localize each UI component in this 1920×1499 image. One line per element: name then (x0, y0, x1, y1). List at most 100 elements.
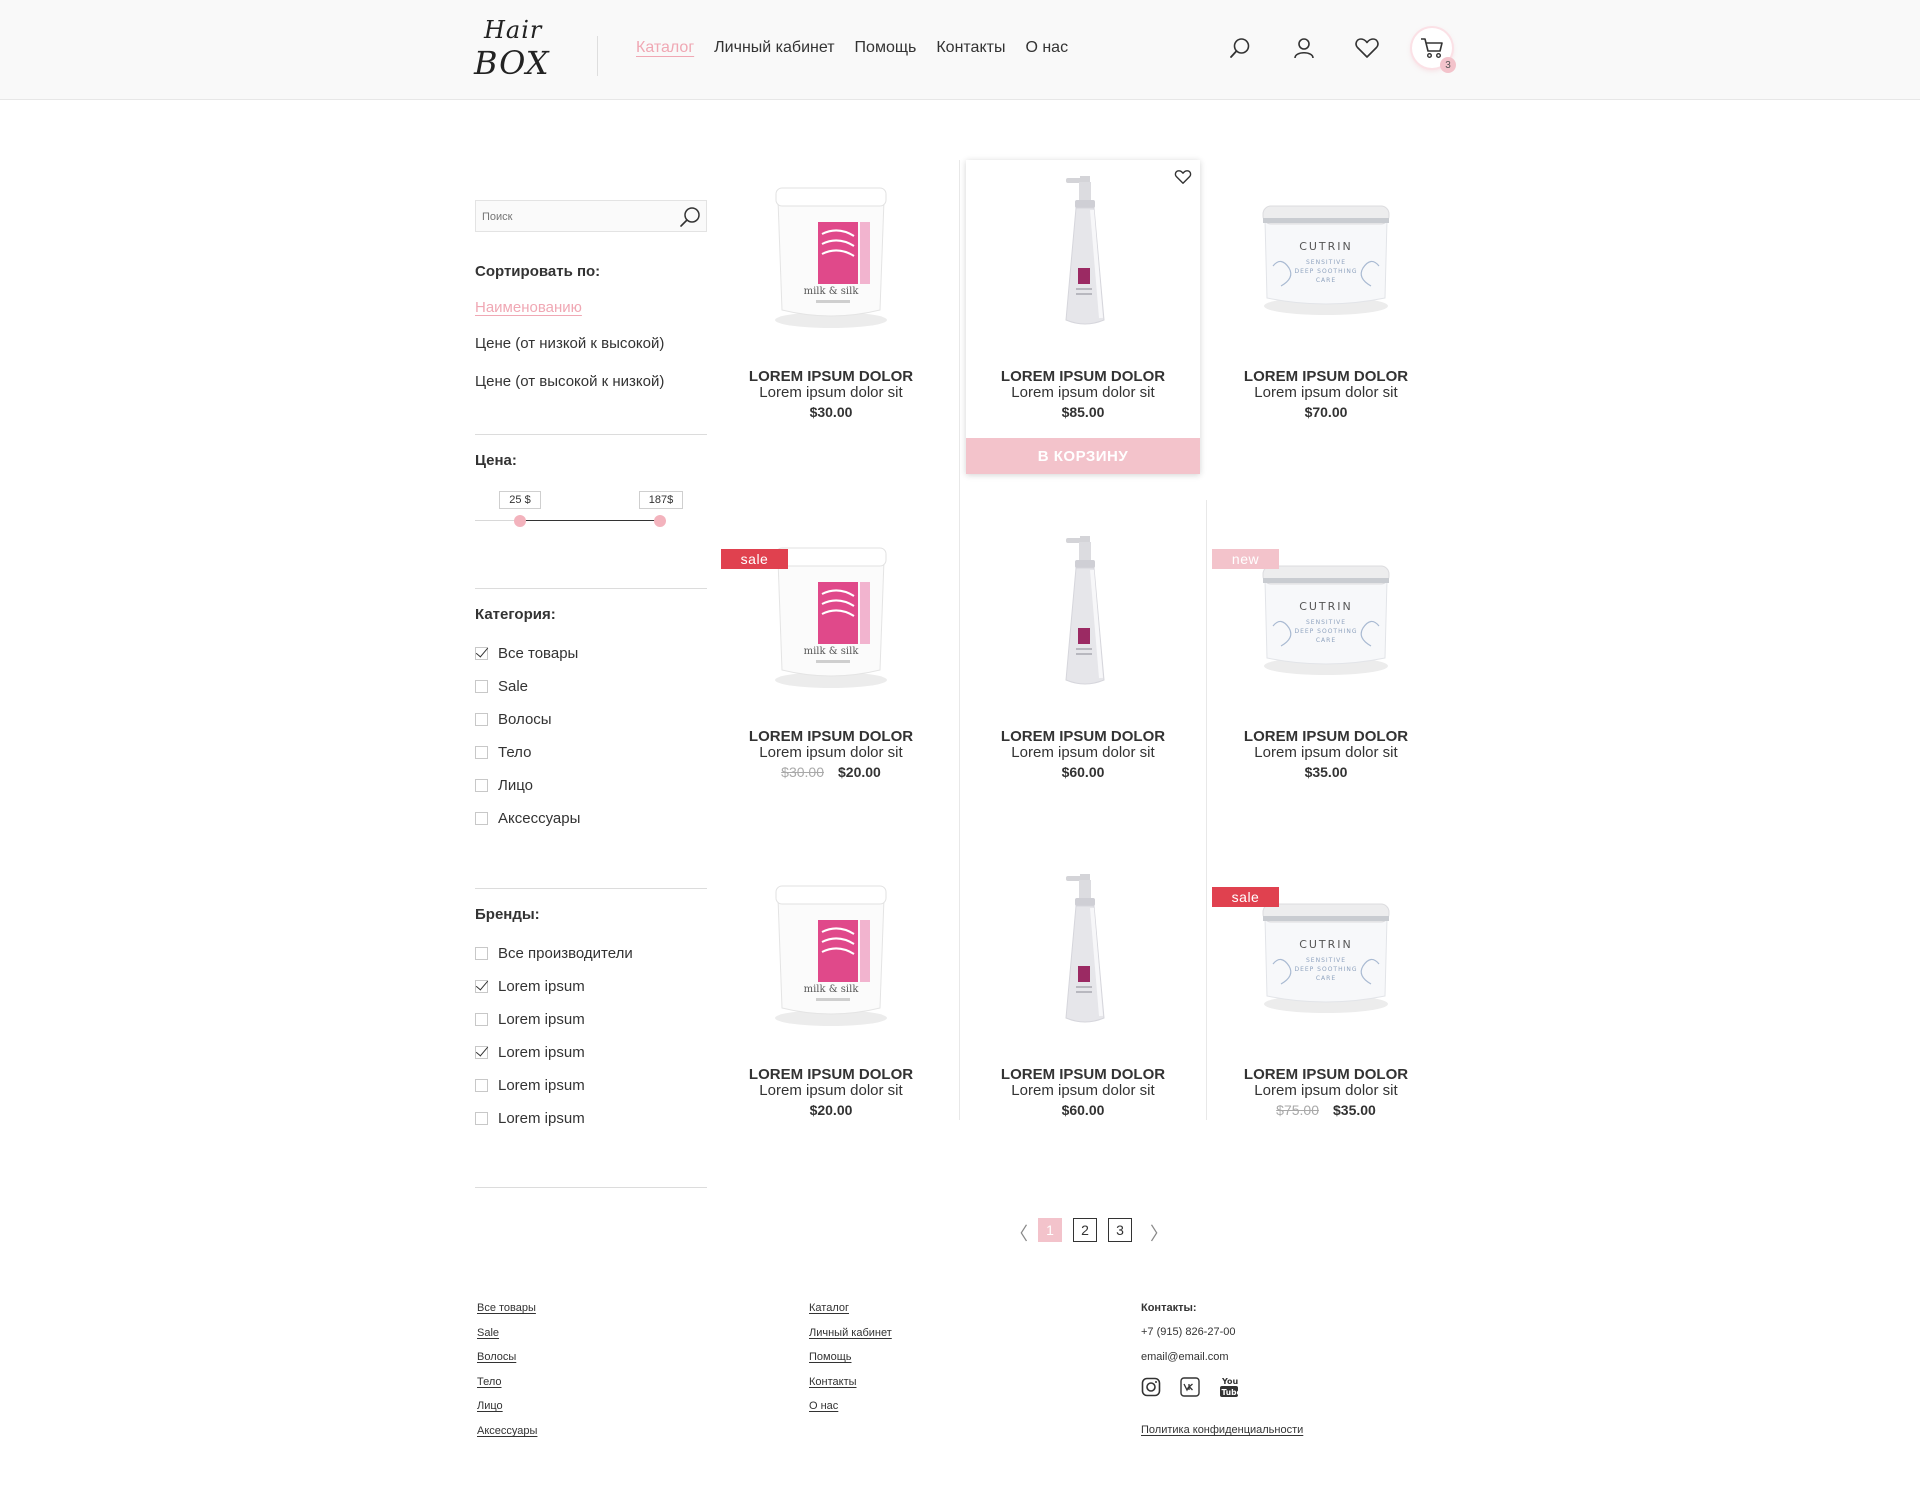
product-card[interactable]: milk & silk LOREM IPSUM DOLOR Lorem ipsum … (714, 160, 948, 460)
category-filter-3[interactable]: Тело (475, 744, 531, 761)
footer-nav-link-2[interactable]: Помощь (809, 1351, 852, 1363)
instagram-icon[interactable] (1140, 1376, 1162, 1398)
logo[interactable]: Hair BOX (474, 16, 554, 82)
product-image[interactable]: milk & silk (714, 170, 948, 340)
brand-filter-5[interactable]: Lorem ipsum (475, 1110, 585, 1127)
sort-by-price-desc[interactable]: Цене (от высокой к низкой) (475, 373, 664, 390)
brand-filter-4[interactable]: Lorem ipsum (475, 1077, 585, 1094)
product-old-price: $75.00 (1276, 1102, 1319, 1118)
price-range-max-handle[interactable] (654, 515, 666, 527)
product-name[interactable]: LOREM IPSUM DOLOR (714, 1066, 948, 1083)
checkbox[interactable] (475, 812, 488, 825)
footer-category-link-0[interactable]: Все товары (477, 1302, 536, 1314)
nav-about[interactable]: О нас (1025, 39, 1068, 57)
checkbox[interactable] (475, 647, 488, 660)
checkbox-label: Lorem ipsum (498, 1044, 585, 1061)
svg-text:DEEP SOOTHING: DEEP SOOTHING (1294, 628, 1357, 635)
footer-email: email@email.com (1141, 1351, 1229, 1363)
product-card[interactable]: LOREM IPSUM DOLOR Lorem ipsum dolor sit $6… (966, 520, 1200, 820)
pagination-next[interactable]: 〉 (1150, 1220, 1168, 1246)
nav-catalog[interactable]: Каталог (636, 39, 694, 57)
brand-filter-1[interactable]: Lorem ipsum (475, 978, 585, 995)
brand-filter-2[interactable]: Lorem ipsum (475, 1011, 585, 1028)
user-icon[interactable] (1290, 34, 1318, 62)
product-image[interactable]: milk & silk (714, 868, 948, 1038)
product-image[interactable]: CUTRIN SENSITIVE DEEP SOOTHING CARE (1209, 170, 1443, 340)
category-filter-0[interactable]: Все товары (475, 645, 578, 662)
page-3[interactable]: 3 (1108, 1218, 1132, 1242)
heart-icon[interactable] (1174, 168, 1192, 186)
checkbox[interactable] (475, 980, 488, 993)
checkbox[interactable] (475, 680, 488, 693)
category-filter-5[interactable]: Аксессуары (475, 810, 580, 827)
checkbox-label: Все производители (498, 945, 633, 962)
checkbox[interactable] (475, 947, 488, 960)
checkbox[interactable] (475, 1112, 488, 1125)
nav-account[interactable]: Личный кабинет (714, 39, 834, 57)
product-image[interactable] (966, 530, 1200, 700)
footer-nav-link-3[interactable]: Контакты (809, 1376, 857, 1388)
product-name[interactable]: LOREM IPSUM DOLOR (966, 368, 1200, 385)
product-name[interactable]: LOREM IPSUM DOLOR (714, 728, 948, 745)
checkbox[interactable] (475, 1079, 488, 1092)
category-filter-1[interactable]: Sale (475, 678, 528, 695)
price-range-selection (519, 520, 660, 521)
product-name[interactable]: LOREM IPSUM DOLOR (966, 1066, 1200, 1083)
product-name[interactable]: LOREM IPSUM DOLOR (1209, 728, 1443, 745)
svg-text:milk & silk: milk & silk (804, 646, 860, 657)
checkbox[interactable] (475, 1046, 488, 1059)
product-name[interactable]: LOREM IPSUM DOLOR (1209, 1066, 1443, 1083)
sort-by-name[interactable]: Наименованию (475, 299, 582, 316)
footer-nav-link-0[interactable]: Каталог (809, 1302, 849, 1314)
price-min-field[interactable]: 25 $ (499, 491, 541, 509)
product-name[interactable]: LOREM IPSUM DOLOR (966, 728, 1200, 745)
product-image[interactable] (966, 868, 1200, 1038)
product-name[interactable]: LOREM IPSUM DOLOR (1209, 368, 1443, 385)
footer-category-link-2[interactable]: Волосы (477, 1351, 516, 1363)
nav-contacts[interactable]: Контакты (936, 39, 1005, 57)
footer-nav-link-1[interactable]: Личный кабинет (809, 1327, 892, 1339)
product-description: Lorem ipsum dolor sit (1011, 384, 1155, 401)
product-image[interactable] (966, 170, 1200, 340)
category-filter-2[interactable]: Волосы (475, 711, 552, 728)
vk-icon[interactable] (1179, 1376, 1201, 1398)
checkbox[interactable] (475, 779, 488, 792)
product-card[interactable]: LOREM IPSUM DOLOR Lorem ipsum dolor sit $8… (966, 160, 1200, 474)
page-2[interactable]: 2 (1073, 1218, 1097, 1242)
footer-phone: +7 (915) 826-27-00 (1141, 1326, 1236, 1338)
footer-nav-link-4[interactable]: О нас (809, 1400, 838, 1412)
brand-filter-3[interactable]: Lorem ipsum (475, 1044, 585, 1061)
product-card[interactable]: LOREM IPSUM DOLOR Lorem ipsum dolor sit $6… (966, 858, 1200, 1158)
product-price: $70.00 (1304, 404, 1348, 420)
page-1[interactable]: 1 (1038, 1218, 1062, 1242)
product-price-row: $60.00 (966, 764, 1200, 780)
product-card[interactable]: milk & silk LOREM IPSUM DOLOR Lorem ipsum … (714, 858, 948, 1158)
pagination-prev[interactable]: 〈 (1010, 1220, 1028, 1246)
product-name[interactable]: LOREM IPSUM DOLOR (714, 368, 948, 385)
nav-help[interactable]: Помощь (855, 39, 917, 57)
divider (475, 888, 707, 889)
sort-by-price-asc[interactable]: Цене (от низкой к высокой) (475, 335, 664, 352)
category-filter-4[interactable]: Лицо (475, 777, 533, 794)
price-max-field[interactable]: 187$ (639, 491, 683, 509)
privacy-policy-link[interactable]: Политика конфиденциальности (1141, 1424, 1303, 1436)
product-price: $35.00 (1333, 1102, 1376, 1118)
checkbox-label: Все товары (498, 645, 579, 662)
footer-category-link-3[interactable]: Тело (477, 1376, 502, 1388)
checkbox-label: Lorem ipsum (498, 1077, 585, 1094)
search-input[interactable] (482, 207, 662, 227)
search-icon[interactable] (678, 205, 702, 229)
youtube-icon[interactable]: You Tube (1218, 1376, 1240, 1398)
checkbox[interactable] (475, 746, 488, 759)
price-range-min-handle[interactable] (514, 515, 526, 527)
checkbox[interactable] (475, 1013, 488, 1026)
heart-icon[interactable] (1353, 34, 1381, 62)
product-card[interactable]: CUTRIN SENSITIVE DEEP SOOTHING CARE LOREM IP… (1209, 160, 1443, 460)
search-icon[interactable] (1226, 34, 1254, 62)
checkbox[interactable] (475, 713, 488, 726)
footer-category-link-4[interactable]: Лицо (477, 1400, 503, 1412)
brand-filter-0[interactable]: Все производители (475, 945, 633, 962)
footer-category-link-1[interactable]: Sale (477, 1327, 499, 1339)
add-to-cart-button[interactable]: В КОРЗИНУ (966, 438, 1200, 474)
footer-category-link-5[interactable]: Аксессуары (477, 1425, 537, 1437)
